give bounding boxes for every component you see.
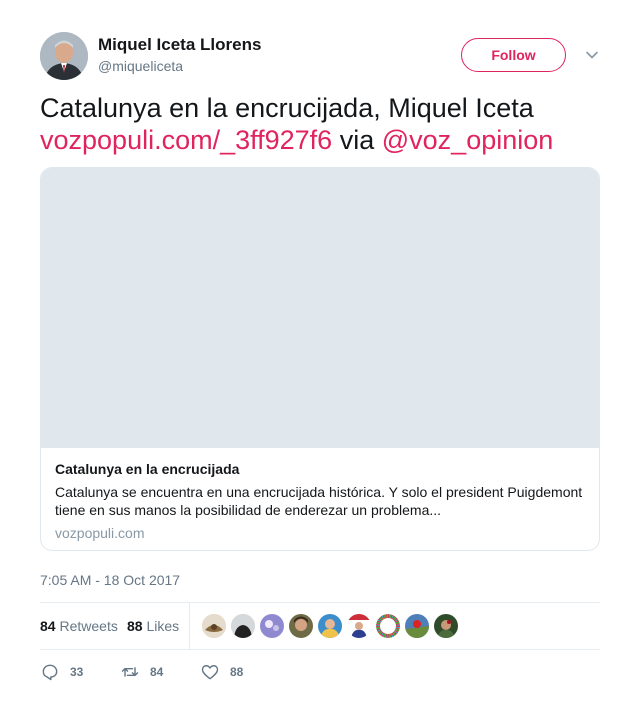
retweets-count: 84 — [40, 618, 56, 634]
liker-avatar[interactable] — [231, 614, 255, 638]
tweet-mention[interactable]: @voz_opinion — [382, 125, 554, 155]
tweet-via-text: via — [339, 125, 375, 155]
liker-avatar[interactable] — [202, 614, 226, 638]
likes-stat[interactable]: 88 Likes — [127, 618, 179, 634]
retweet-icon — [121, 667, 139, 677]
liker-avatar[interactable] — [318, 614, 342, 638]
likes-count: 88 — [127, 618, 143, 634]
liker-avatar[interactable] — [376, 614, 400, 638]
tweet-text-line: Catalunya en la encrucijada, Miquel Icet… — [40, 93, 534, 123]
avatar[interactable] — [40, 32, 88, 80]
tweet-link[interactable]: vozpopuli.com/_3ff927f6 — [40, 125, 332, 155]
card-title: Catalunya en la encrucijada — [55, 461, 240, 477]
tweet-stats: 84 Retweets 88 Likes — [40, 602, 600, 650]
retweet-count: 84 — [150, 665, 164, 679]
tweet-actions: 33 84 88 — [40, 660, 340, 684]
link-card[interactable]: Catalunya en la encrucijada Catalunya se… — [40, 167, 600, 551]
reply-icon — [42, 664, 58, 681]
like-button[interactable]: 88 — [200, 662, 243, 682]
follow-button[interactable]: Follow — [461, 38, 566, 72]
heart-icon — [201, 665, 219, 680]
author-handle[interactable]: @miqueliceta — [98, 58, 183, 74]
liker-avatar[interactable] — [405, 614, 429, 638]
card-image-placeholder[interactable] — [41, 168, 599, 448]
tweet-text: Catalunya en la encrucijada, Miquel Icet… — [40, 92, 610, 156]
liker-avatar[interactable] — [434, 614, 458, 638]
retweet-button[interactable]: 84 — [120, 662, 163, 682]
stats-divider — [189, 603, 190, 649]
reply-count: 33 — [70, 665, 84, 679]
chevron-down-icon[interactable] — [584, 47, 600, 63]
liker-avatar[interactable] — [347, 614, 371, 638]
card-description: Catalunya se encuentra en una encrucijad… — [55, 484, 583, 518]
like-count: 88 — [230, 665, 244, 679]
liker-avatar[interactable] — [260, 614, 284, 638]
tweet-timestamp[interactable]: 7:05 AM - 18 Oct 2017 — [40, 572, 180, 588]
reply-button[interactable]: 33 — [40, 662, 83, 682]
liker-avatar[interactable] — [289, 614, 313, 638]
retweets-label: Retweets — [59, 618, 118, 634]
author-display-name[interactable]: Miquel Iceta Llorens — [98, 35, 261, 55]
card-domain: vozpopuli.com — [55, 525, 145, 541]
retweets-stat[interactable]: 84 Retweets — [40, 618, 118, 634]
likes-label: Likes — [146, 618, 180, 634]
profile-photo-icon — [40, 32, 88, 80]
